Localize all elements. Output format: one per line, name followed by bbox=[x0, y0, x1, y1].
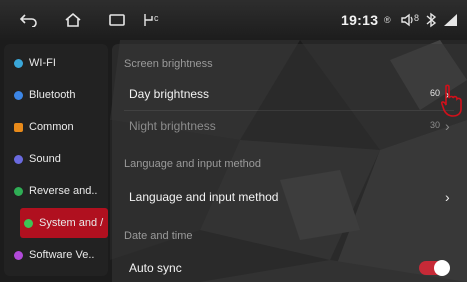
sidebar-item-common[interactable]: Common bbox=[4, 112, 108, 142]
sidebar-item-label: Sound bbox=[29, 153, 61, 165]
language-input-row[interactable]: Language and input method › bbox=[112, 181, 467, 213]
software-icon bbox=[14, 250, 23, 260]
sidebar-item-bluetooth[interactable]: Bluetooth bbox=[4, 80, 108, 110]
status-bar: c 19:13 ® 8 bbox=[0, 0, 467, 40]
night-brightness-label: Night brightness bbox=[129, 119, 216, 133]
usb-badge: c bbox=[154, 13, 159, 23]
clock-time: 19:13 bbox=[341, 12, 379, 28]
auto-sync-toggle[interactable] bbox=[419, 260, 450, 276]
settings-panel: Screen brightness Day brightness 60 › Ni… bbox=[112, 44, 467, 282]
sidebar-item-label: Bluetooth bbox=[29, 89, 76, 101]
settings-sidebar: WI-FI Bluetooth Common Sound Reverse and… bbox=[4, 44, 108, 276]
signal-badge: 8 bbox=[414, 13, 420, 23]
day-brightness-value: 60 bbox=[430, 88, 441, 98]
night-brightness-row[interactable]: Night brightness 30 › bbox=[112, 110, 467, 142]
back-icon[interactable] bbox=[18, 10, 40, 30]
sidebar-item-reverse[interactable]: Reverse and.. bbox=[4, 176, 108, 206]
sidebar-item-label: Reverse and.. bbox=[29, 185, 98, 197]
sidebar-item-label: WI-FI bbox=[29, 57, 56, 69]
pointing-hand-icon bbox=[440, 84, 462, 117]
day-brightness-row[interactable]: Day brightness 60 › bbox=[112, 78, 467, 110]
section-header-language: Language and input method bbox=[124, 158, 262, 170]
day-brightness-label: Day brightness bbox=[129, 87, 210, 101]
system-icon bbox=[24, 218, 33, 228]
sidebar-item-sound[interactable]: Sound bbox=[4, 144, 108, 174]
auto-sync-label: Auto sync bbox=[129, 261, 182, 275]
toggle-knob bbox=[434, 260, 450, 276]
language-input-label: Language and input method bbox=[129, 190, 279, 204]
sound-icon bbox=[14, 154, 23, 164]
chevron-right-icon: › bbox=[445, 118, 450, 134]
night-brightness-value: 30 bbox=[430, 120, 441, 130]
reverse-icon bbox=[14, 186, 23, 196]
bluetooth-icon bbox=[420, 10, 442, 30]
bluetooth-menu-icon bbox=[14, 90, 23, 100]
location-icon: ® bbox=[384, 15, 391, 25]
chevron-right-icon: › bbox=[445, 189, 450, 205]
sidebar-item-system[interactable]: System and / bbox=[20, 208, 108, 238]
auto-sync-row[interactable]: Auto sync bbox=[112, 252, 467, 282]
sidebar-item-label: Common bbox=[29, 121, 74, 133]
wifi-icon bbox=[14, 58, 23, 68]
section-header-screen-brightness: Screen brightness bbox=[124, 58, 213, 70]
home-icon[interactable] bbox=[62, 10, 84, 30]
sidebar-item-label: Software Ve.. bbox=[29, 249, 95, 261]
section-header-date-time: Date and time bbox=[124, 230, 193, 242]
sidebar-item-wifi[interactable]: WI-FI bbox=[4, 48, 108, 78]
sidebar-item-label: System and / bbox=[39, 217, 104, 229]
signal-icon bbox=[440, 10, 462, 30]
common-icon bbox=[14, 122, 23, 132]
sidebar-item-software[interactable]: Software Ve.. bbox=[4, 240, 108, 270]
recent-apps-icon[interactable] bbox=[106, 10, 128, 30]
